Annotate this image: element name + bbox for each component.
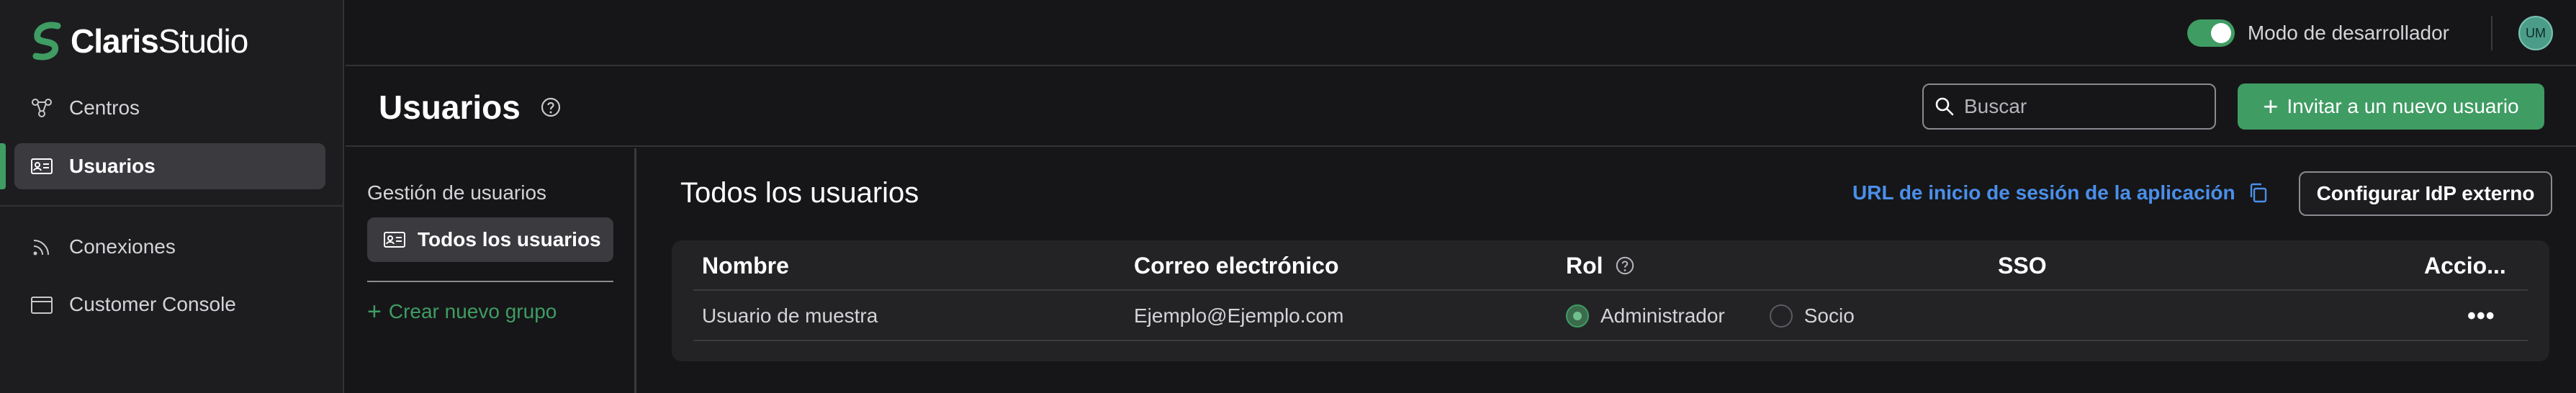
role-radio-socio[interactable]: [1769, 304, 1793, 328]
more-actions-icon[interactable]: •••: [2467, 291, 2495, 341]
dev-mode-toggle[interactable]: [2187, 19, 2235, 47]
subsidebar-divider: [367, 281, 613, 282]
sidebar: ClarisStudio Centros Usuarios Conexiones: [0, 0, 344, 393]
main-content: Todos los usuarios URL de inicio de sesi…: [639, 148, 2576, 393]
brand-logo[interactable]: ClarisStudio: [30, 22, 248, 60]
help-icon[interactable]: [540, 96, 562, 118]
user-management-panel: Gestión de usuarios Todos los usuarios +…: [346, 148, 636, 393]
role-option-label: Administrador: [1600, 304, 1725, 327]
sidebar-item-label: Usuarios: [69, 155, 156, 177]
window-icon: [31, 297, 53, 314]
copy-icon[interactable]: [2247, 181, 2270, 204]
table-row[interactable]: Usuario de muestra Ejemplo@Ejemplo.com A…: [693, 291, 2528, 341]
table-header: Nombre Correo electrónico Rol SSO Accio.…: [693, 240, 2528, 291]
search-icon: [1935, 97, 1954, 116]
invite-user-button[interactable]: + Invitar a un nuevo usuario: [2238, 83, 2544, 130]
sidebar-item-label: Conexiones: [69, 235, 176, 258]
user-name-cell: Usuario de muestra: [702, 304, 878, 327]
role-radio-administrador[interactable]: [1566, 304, 1589, 328]
sidebar-item-label: Customer Console: [69, 293, 236, 315]
sidebar-item-centros[interactable]: Centros: [14, 85, 325, 131]
id-card-icon: [31, 158, 53, 174]
column-header-email[interactable]: Correo electrónico: [1134, 240, 1339, 291]
active-indicator: [0, 143, 6, 189]
feed-icon: [33, 240, 49, 256]
sidebar-item-customer-console[interactable]: Customer Console: [14, 281, 325, 328]
group-item-label: Todos los usuarios: [418, 228, 601, 250]
plus-icon: +: [2263, 91, 2279, 121]
top-bar: Modo de desarrollador UM: [346, 0, 2576, 66]
sidebar-item-label: Centros: [69, 96, 140, 119]
help-icon[interactable]: [1615, 256, 1635, 276]
claris-logo-icon: [32, 22, 61, 60]
page-header: Usuarios + Invitar a un nuevo usuario: [346, 68, 2576, 147]
invite-user-label: Invitar a un nuevo usuario: [2287, 95, 2519, 117]
sidebar-item-usuarios[interactable]: Usuarios: [14, 143, 325, 189]
column-header-name[interactable]: Nombre: [702, 240, 789, 291]
column-header-role[interactable]: Rol: [1566, 240, 1635, 291]
section-title: Todos los usuarios: [680, 177, 919, 209]
user-email-cell: Ejemplo@Ejemplo.com: [1134, 304, 1344, 327]
user-role-cell: Administrador Socio: [1566, 291, 1888, 341]
users-table: Nombre Correo electrónico Rol SSO Accio.…: [672, 240, 2549, 361]
column-header-role-label: Rol: [1566, 252, 1603, 279]
avatar[interactable]: UM: [2518, 16, 2553, 50]
column-header-actions[interactable]: Accio...: [2424, 240, 2506, 291]
create-group-link[interactable]: + Crear nuevo grupo: [367, 299, 557, 324]
role-option-label: Socio: [1803, 304, 1855, 327]
create-group-label: Crear nuevo grupo: [388, 300, 557, 322]
app-login-url-label: URL de inicio de sesión de la aplicación: [1852, 181, 2235, 204]
role-option-socio[interactable]: Socio: [1769, 304, 1855, 328]
dev-mode-switch[interactable]: Modo de desarrollador: [2187, 19, 2449, 48]
group-item-all-users[interactable]: Todos los usuarios: [367, 217, 613, 262]
page-title: Usuarios: [379, 89, 521, 126]
brand-name: ClarisStudio: [71, 22, 248, 60]
configure-idp-button[interactable]: Configurar IdP externo: [2299, 171, 2552, 216]
user-management-title: Gestión de usuarios: [367, 181, 547, 204]
app-login-url-link[interactable]: URL de inicio de sesión de la aplicación: [1852, 181, 2270, 204]
dev-mode-label: Modo de desarrollador: [2247, 22, 2449, 44]
topbar-separator: [2491, 16, 2492, 50]
sidebar-divider: [0, 205, 343, 207]
hub-icon: [32, 99, 52, 117]
column-header-sso[interactable]: SSO: [1998, 240, 2047, 291]
id-card-icon: [384, 232, 405, 248]
search-input[interactable]: [1964, 95, 2209, 118]
search-box[interactable]: [1922, 83, 2216, 130]
role-option-administrador[interactable]: Administrador: [1566, 304, 1725, 328]
sidebar-item-conexiones[interactable]: Conexiones: [14, 224, 325, 270]
plus-icon: +: [367, 298, 382, 325]
